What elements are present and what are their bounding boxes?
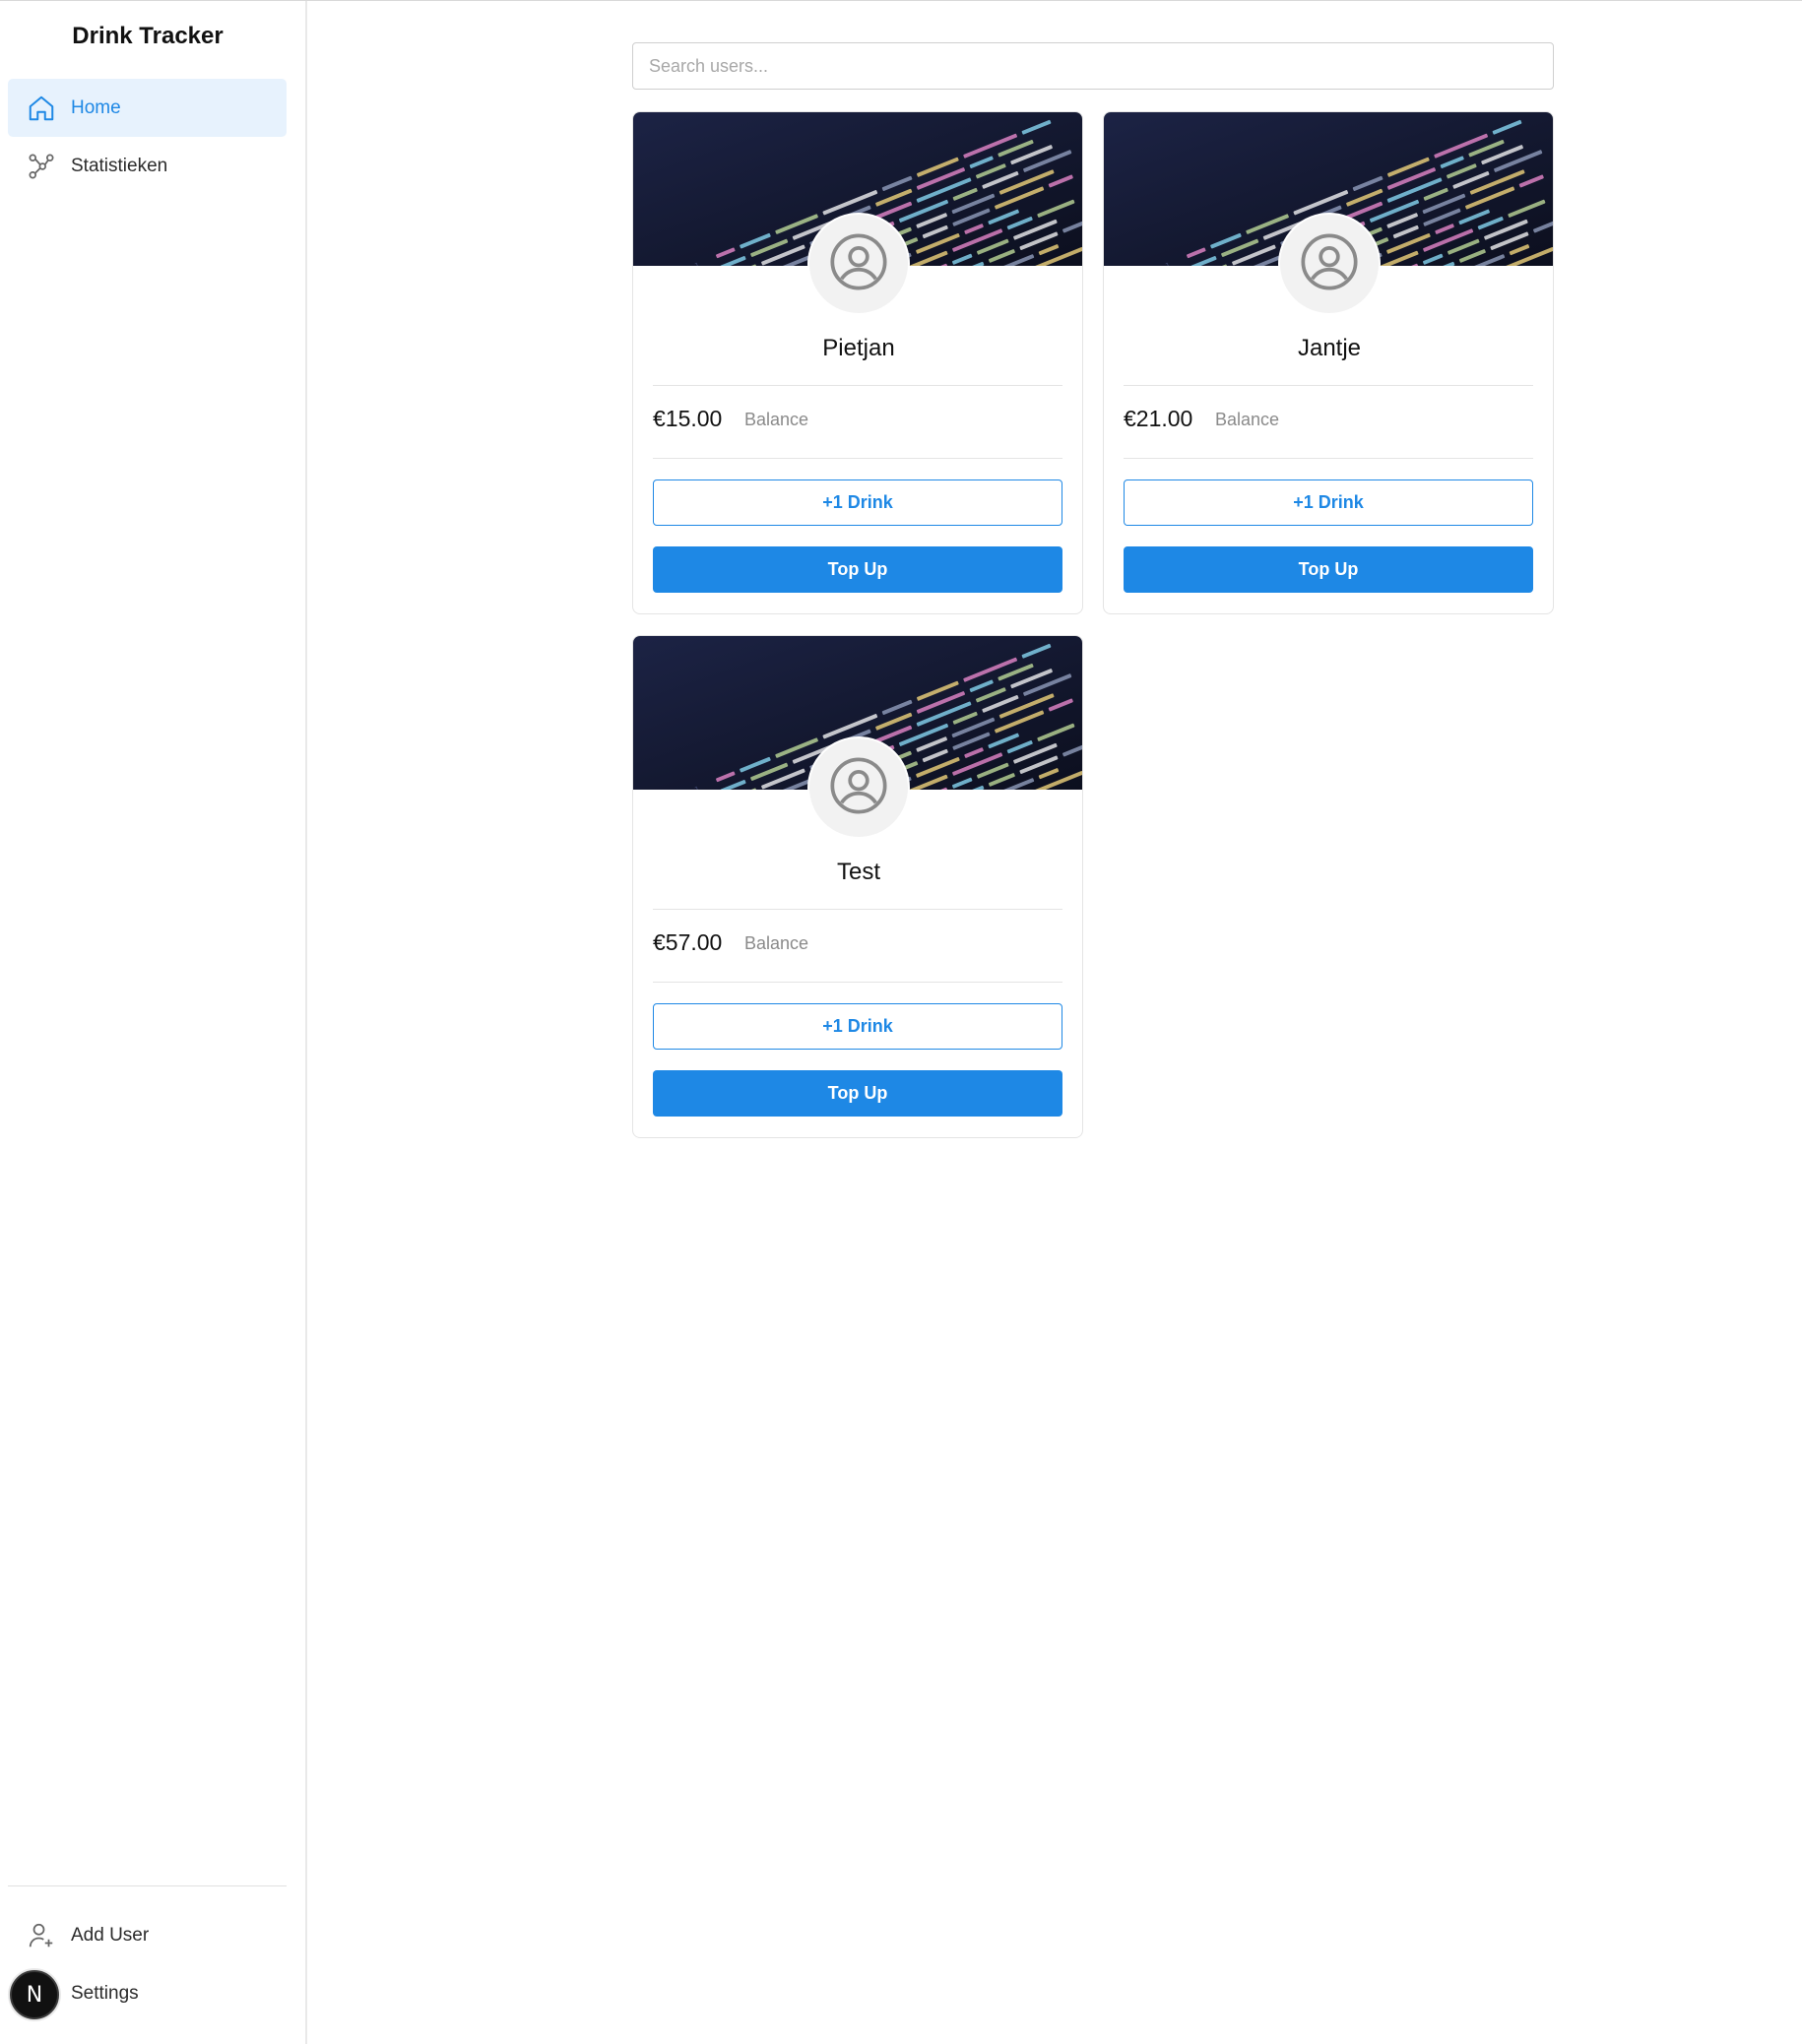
top-up-button[interactable]: Top Up [1124,546,1533,593]
avatar [807,736,910,839]
balance-amount: €57.00 [653,929,723,955]
sidebar: Drink Tracker Home Statistieken Add User… [0,1,307,2044]
user-card: 1234567891011121314 Jantje €21.00 Balanc… [1103,111,1554,614]
divider [1124,385,1533,386]
sidebar-divider [8,1885,287,1886]
top-up-button[interactable]: Top Up [653,546,1062,593]
balance-label: Balance [744,933,809,953]
user-name: Test [836,859,880,885]
user-avatar-icon [827,230,890,298]
divider [653,909,1062,910]
divider [653,982,1062,983]
sidebar-item-add-user[interactable]: Add User [8,1906,287,1964]
balance-amount: €15.00 [653,406,723,431]
user-avatar-icon [1298,230,1361,298]
add-drink-button[interactable]: +1 Drink [653,1003,1062,1050]
user-name: Pietjan [822,335,895,361]
sidebar-item-label: Add User [71,1924,150,1946]
app-title: Drink Tracker [72,23,224,49]
avatar [807,213,910,315]
sidebar-item-label: Home [71,96,121,118]
user-name: Jantje [1297,335,1362,361]
add-drink-button[interactable]: +1 Drink [653,479,1062,526]
sidebar-item-home[interactable]: Home [8,79,287,137]
user-card: 1234567891011121314 Pietjan €15.00 Balan… [632,111,1083,614]
chart-nodes-icon [26,151,57,182]
sidebar-item-statistieken[interactable]: Statistieken [8,137,287,195]
add-drink-button[interactable]: +1 Drink [1124,479,1533,526]
add-user-icon [26,1920,57,1951]
avatar-letter: N [26,1982,43,2008]
user-avatar-icon [827,754,890,822]
divider [1124,458,1533,459]
balance-label: Balance [744,410,809,429]
top-up-button[interactable]: Top Up [653,1070,1062,1117]
balance-amount: €21.00 [1124,406,1193,431]
divider [653,385,1062,386]
balance-label: Balance [1215,410,1280,429]
settings-icon[interactable]: N [10,1970,59,2019]
search-input[interactable] [632,42,1554,90]
avatar [1278,213,1381,315]
sidebar-item-label: Statistieken [71,155,168,176]
user-card: 1234567891011121314 Test €57.00 Balance … [632,635,1083,1138]
divider [653,458,1062,459]
sidebar-item-label: Settings [71,1982,139,2004]
home-icon [26,93,57,124]
